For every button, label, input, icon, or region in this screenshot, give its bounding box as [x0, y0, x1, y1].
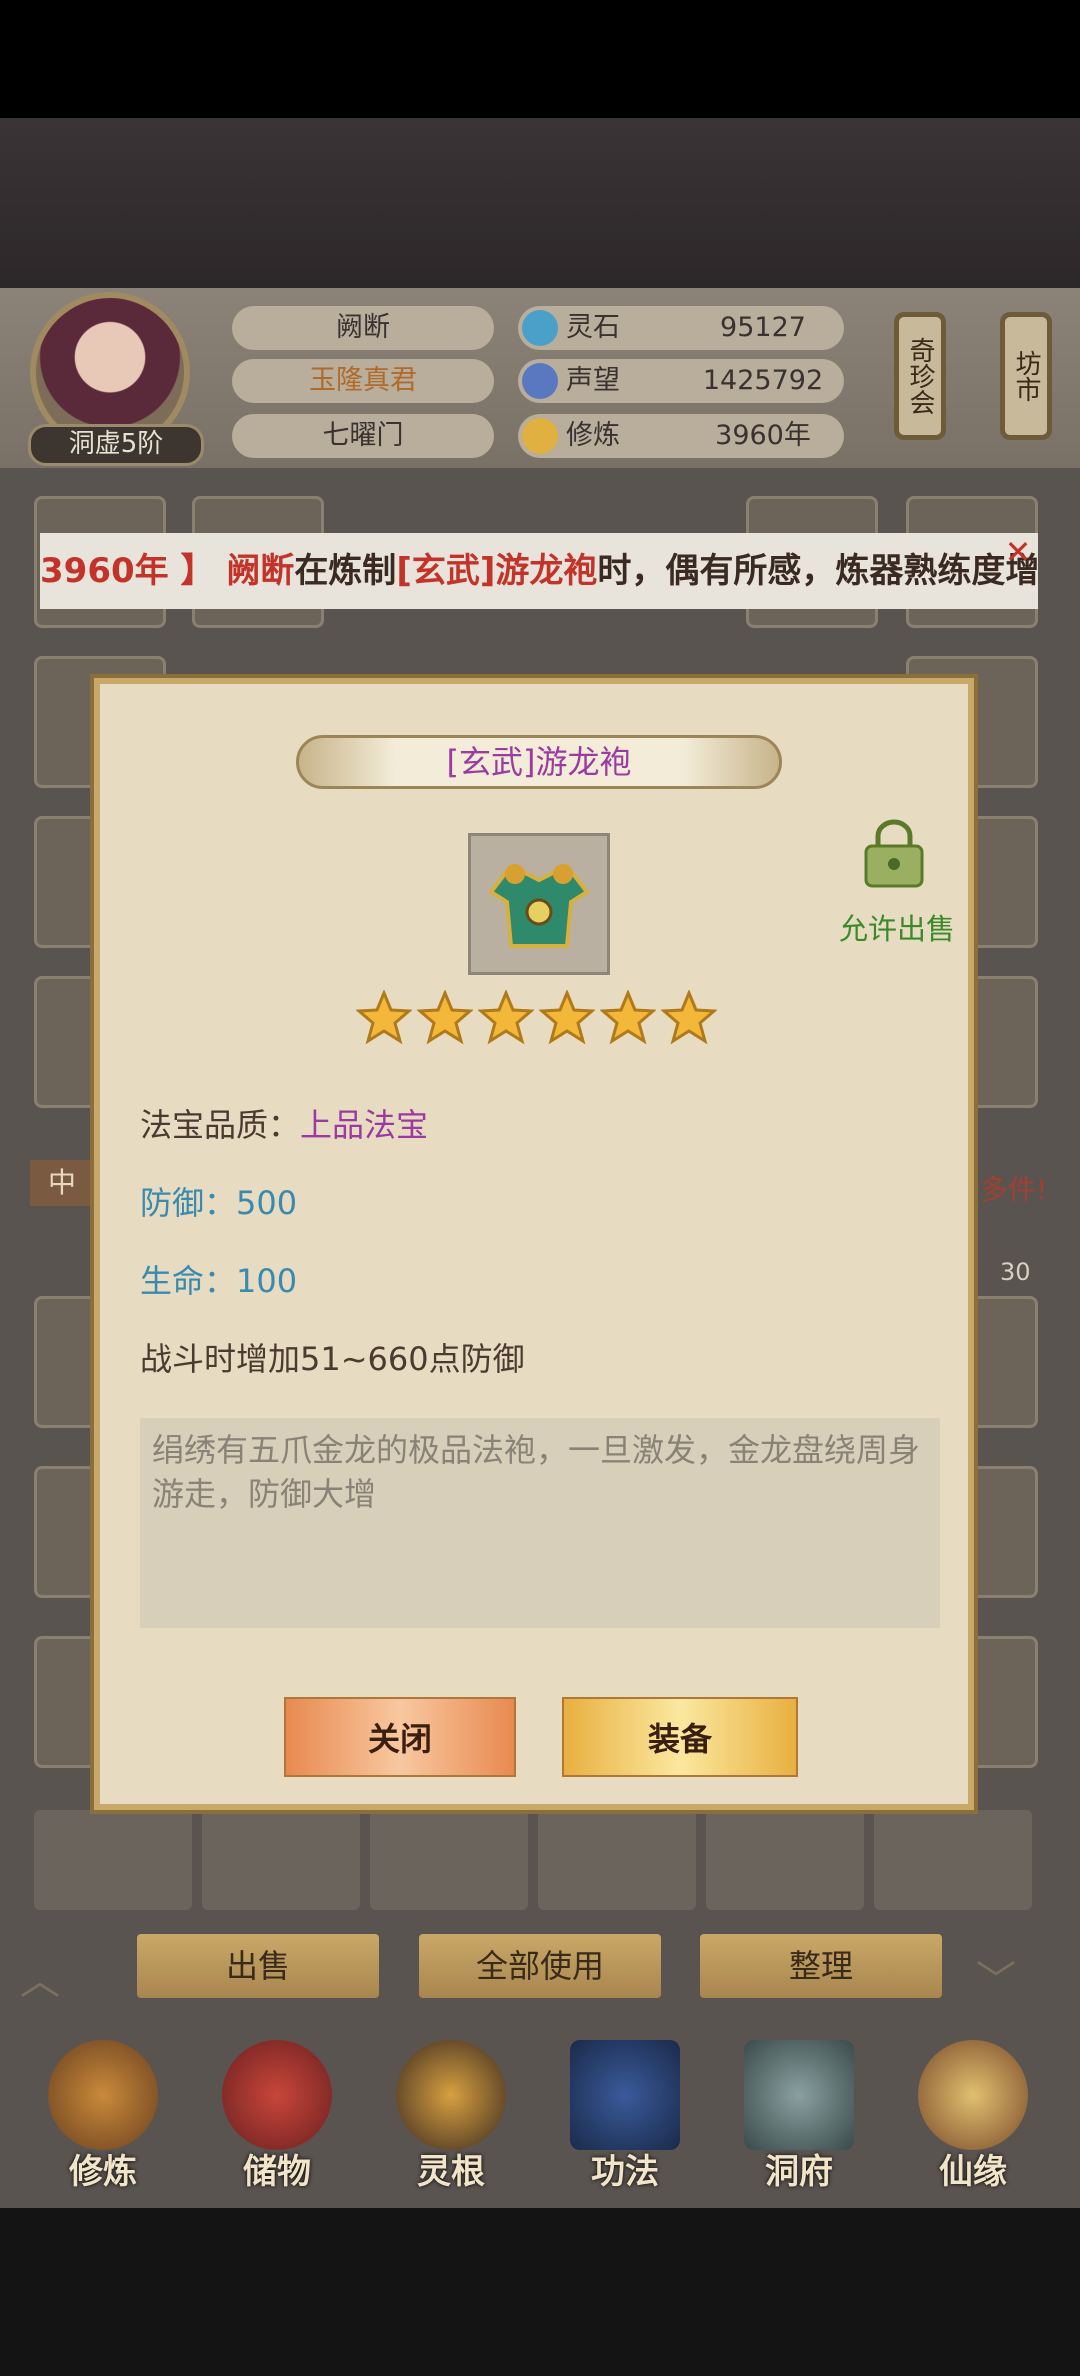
cultivate-icon — [48, 2040, 158, 2150]
market-button[interactable]: 坊市 — [1000, 312, 1052, 440]
spirit-stone-icon — [522, 310, 558, 346]
tab-label: 储物 — [243, 2152, 311, 2192]
close-button[interactable]: 关闭 — [284, 1697, 516, 1777]
ticker-text: 在炼制 — [294, 551, 397, 591]
empty-slot[interactable] — [370, 1810, 528, 1910]
spirit-root-icon — [396, 2040, 506, 2150]
treasure-fair-button[interactable]: 奇珍会 — [894, 312, 946, 440]
scroll-up-icon[interactable]: ︿ — [20, 1948, 100, 2004]
tab-storage[interactable]: 储物 — [202, 2040, 352, 2210]
tab-immortal-fate[interactable]: 仙缘 — [898, 2040, 1048, 2210]
top-dim-area — [0, 118, 1080, 288]
category-tab[interactable]: 中 — [30, 1160, 94, 1206]
star-icon — [599, 989, 657, 1046]
resource-value: 3960年 — [715, 420, 811, 451]
bottom-dim-area — [0, 2208, 1080, 2376]
lock-icon[interactable] — [858, 818, 930, 890]
star-icon — [416, 989, 474, 1046]
robe-icon — [488, 863, 590, 948]
sell-button[interactable]: 出售 — [137, 1934, 379, 1998]
immortal-fate-icon — [918, 2040, 1028, 2150]
effect-text: 战斗时增加51~660点防御 — [140, 1340, 525, 1378]
quality-value: 上品法宝 — [300, 1106, 429, 1144]
star-icon — [660, 989, 718, 1046]
tab-label: 洞府 — [765, 2152, 833, 2192]
resource-label: 声望 — [566, 365, 620, 396]
ticker-close-icon[interactable]: ✕ — [998, 533, 1038, 571]
bg-notice: 多件! — [980, 1173, 1048, 1206]
tab-cave-dwelling[interactable]: 洞府 — [724, 2040, 874, 2210]
status-bar-area — [0, 0, 1080, 118]
technique-book-icon — [570, 2040, 680, 2150]
tab-label: 灵根 — [417, 2152, 485, 2192]
life-stat: 生命：100 — [140, 1262, 298, 1300]
sale-status: 允许出售 — [838, 912, 955, 946]
resource-label: 修炼 — [566, 420, 620, 451]
storage-bag-icon — [222, 2040, 332, 2150]
realm-badge: 洞虚5阶 — [28, 424, 204, 466]
empty-slot[interactable] — [874, 1810, 1032, 1910]
defense-stat: 防御：500 — [140, 1184, 298, 1222]
tab-spirit-root[interactable]: 灵根 — [376, 2040, 526, 2210]
ticker-text: 时，偶有所感，炼器熟练度增加 — [597, 551, 1038, 591]
tab-label: 仙缘 — [939, 2152, 1007, 2192]
meditation-icon — [522, 418, 558, 454]
resource-label: 灵石 — [566, 312, 620, 343]
empty-slot[interactable] — [538, 1810, 696, 1910]
bg-count: 30 — [1000, 1258, 1031, 1286]
tab-technique[interactable]: 功法 — [550, 2040, 700, 2210]
player-name: 阙断 — [232, 306, 494, 350]
ticker-item: [玄武]游龙袍 — [396, 551, 598, 591]
star-icon — [538, 989, 596, 1046]
ticker-time: 3960年 】 — [40, 551, 215, 591]
system-message-ticker: 3960年 】 阙断在炼制[玄武]游龙袍时，偶有所感，炼器熟练度增加 — [40, 533, 1038, 609]
use-all-button[interactable]: 全部使用 — [419, 1934, 661, 1998]
empty-slot[interactable] — [706, 1810, 864, 1910]
item-description: 绢绣有五爪金龙的极品法袍，一旦激发，金龙盘绕周身游走，防御大增 — [140, 1418, 940, 1628]
resource-value: 95127 — [720, 312, 806, 343]
cave-dwelling-icon — [744, 2040, 854, 2150]
quality-label: 法宝品质： — [140, 1106, 301, 1144]
tab-cultivate[interactable]: 修炼 — [28, 2040, 178, 2210]
player-sect: 七曜门 — [232, 414, 494, 458]
resource-prestige: 声望 1425792 — [518, 359, 844, 403]
tab-label: 功法 — [591, 2152, 659, 2192]
ticker-player: 阙断 — [226, 551, 295, 591]
resource-spirit-stone: 灵石 95127 — [518, 306, 844, 350]
item-image-frame — [468, 833, 610, 975]
item-title: [玄武]游龙袍 — [296, 735, 782, 789]
sort-button[interactable]: 整理 — [700, 1934, 942, 1998]
star-icon — [355, 989, 413, 1046]
scroll-down-icon[interactable]: ﹀ — [976, 1948, 1056, 2004]
equip-button[interactable]: 装备 — [562, 1697, 798, 1777]
tab-label: 修炼 — [69, 2152, 137, 2192]
star-rating — [355, 989, 722, 1050]
empty-slot[interactable] — [202, 1810, 360, 1910]
resource-cultivation: 修炼 3960年 — [518, 414, 844, 458]
empty-slot[interactable] — [34, 1810, 192, 1910]
prestige-icon — [522, 363, 558, 399]
star-icon — [477, 989, 535, 1046]
quality-row: 法宝品质：上品法宝 — [140, 1100, 428, 1146]
player-title: 玉隆真君 — [232, 359, 494, 403]
resource-value: 1425792 — [702, 365, 824, 396]
